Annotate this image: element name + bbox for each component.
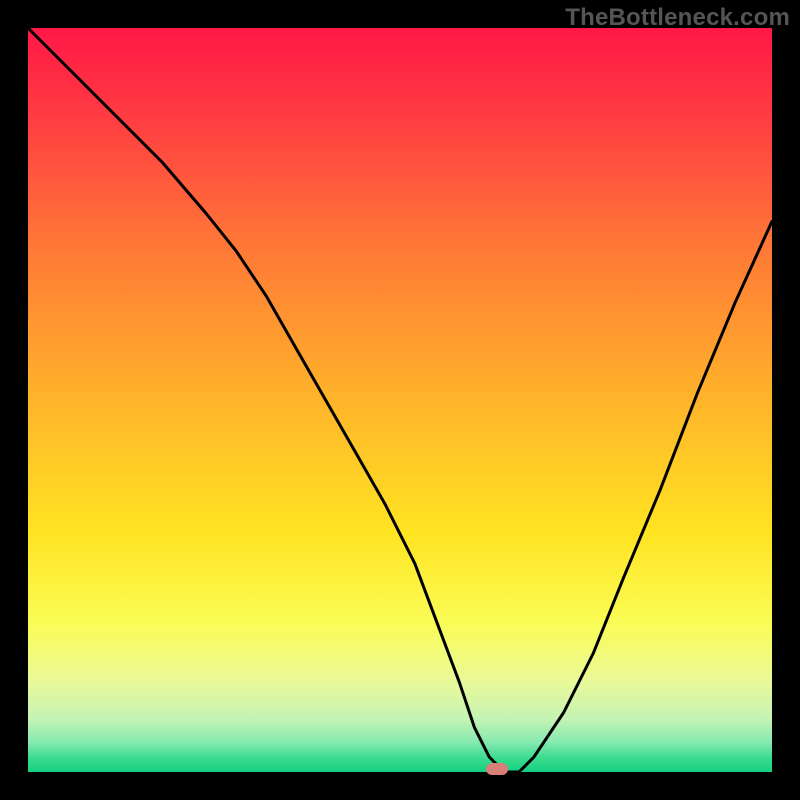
optimal-point-marker: [486, 763, 508, 775]
bottleneck-chart: TheBottleneck.com: [0, 0, 800, 800]
plot-svg: [28, 28, 772, 772]
plot-area: [28, 28, 772, 772]
